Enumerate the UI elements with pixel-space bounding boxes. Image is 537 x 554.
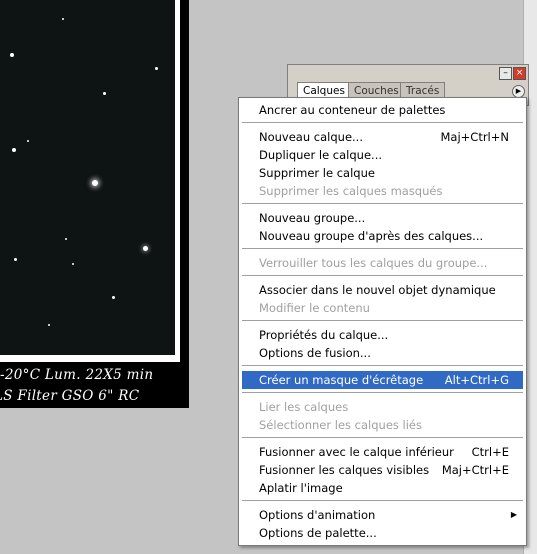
menu-item-group-into-smart-object[interactable]: Associer dans le nouvel objet dynamique xyxy=(242,281,523,299)
menu-item-new-layer[interactable]: Nouveau calque... Maj+Ctrl+N xyxy=(242,128,523,146)
menu-item-palette-options[interactable]: Options de palette... xyxy=(242,524,523,542)
menu-item-delete-hidden-layers: Supprimer les calques masqués xyxy=(259,184,443,198)
menu-separator xyxy=(242,365,523,366)
menu-separator xyxy=(242,122,523,123)
star xyxy=(155,67,158,70)
star xyxy=(92,180,98,186)
menu-item-create-clipping-mask[interactable]: Créer un masque d'écrêtage Alt+Ctrl+G xyxy=(242,371,523,389)
star-field-image xyxy=(0,0,175,355)
star xyxy=(143,246,148,251)
star xyxy=(48,324,50,326)
shortcut-label: Maj+Ctrl+N xyxy=(440,130,509,144)
menu-separator xyxy=(242,437,523,438)
menu-separator xyxy=(242,320,523,321)
menu-separator xyxy=(242,500,523,501)
star xyxy=(62,18,64,20)
image-caption-line2: LS Filter GSO 6" RC xyxy=(0,388,140,404)
star xyxy=(27,140,29,142)
star xyxy=(14,258,17,261)
star xyxy=(12,148,16,152)
palette-titlebar[interactable]: – × xyxy=(288,65,528,81)
shortcut-label: Alt+Ctrl+G xyxy=(444,373,509,387)
menu-separator xyxy=(242,248,523,249)
menu-item-merge-visible[interactable]: Fusionner les calques visibles Maj+Ctrl+E xyxy=(242,461,523,479)
menu-item-blending-options[interactable]: Options de fusion... xyxy=(242,344,523,362)
star xyxy=(65,238,67,240)
shortcut-label: Maj+Ctrl+E xyxy=(441,463,509,477)
menu-item-duplicate-layer[interactable]: Dupliquer le calque... xyxy=(242,146,523,164)
menu-separator xyxy=(242,275,523,276)
palette-options-menu: Ancrer au conteneur de palettes Nouveau … xyxy=(238,97,527,546)
submenu-arrow-icon: ▶ xyxy=(510,510,517,519)
minimize-icon[interactable]: – xyxy=(499,67,512,80)
menu-item-lock-all-layers-in-group: Verrouiller tous les calques du groupe..… xyxy=(259,256,488,270)
menu-item-new-group[interactable]: Nouveau groupe... xyxy=(242,209,523,227)
image-caption-line1: -20°C Lum. 22X5 min xyxy=(0,367,154,383)
menu-item-delete-layer[interactable]: Supprimer le calque xyxy=(242,164,523,182)
close-icon[interactable]: × xyxy=(513,67,526,80)
menu-item-new-group-from-layers[interactable]: Nouveau groupe d'après des calques... xyxy=(242,227,523,245)
menu-item-dock-to-palette-well[interactable]: Ancrer au conteneur de palettes xyxy=(242,101,523,119)
menu-item-flatten-image[interactable]: Aplatir l'image xyxy=(242,479,523,497)
star xyxy=(112,296,115,299)
star xyxy=(72,263,74,265)
menu-item-merge-down[interactable]: Fusionner avec le calque inférieur Ctrl+E xyxy=(242,443,523,461)
menu-item-edit-contents: Modifier le contenu xyxy=(259,301,370,315)
shortcut-label: Ctrl+E xyxy=(471,445,509,459)
menu-item-animation-options[interactable]: Options d'animation ▶ xyxy=(242,506,523,524)
menu-separator xyxy=(242,392,523,393)
star xyxy=(10,53,14,57)
menu-item-link-layers: Lier les calques xyxy=(259,400,349,414)
menu-item-select-linked-layers: Sélectionner les calques liés xyxy=(259,418,422,432)
document-canvas[interactable]: -20°C Lum. 22X5 min LS Filter GSO 6" RC xyxy=(0,0,189,408)
menu-item-layer-properties[interactable]: Propriétés du calque... xyxy=(242,326,523,344)
star xyxy=(103,92,106,95)
menu-separator xyxy=(242,203,523,204)
